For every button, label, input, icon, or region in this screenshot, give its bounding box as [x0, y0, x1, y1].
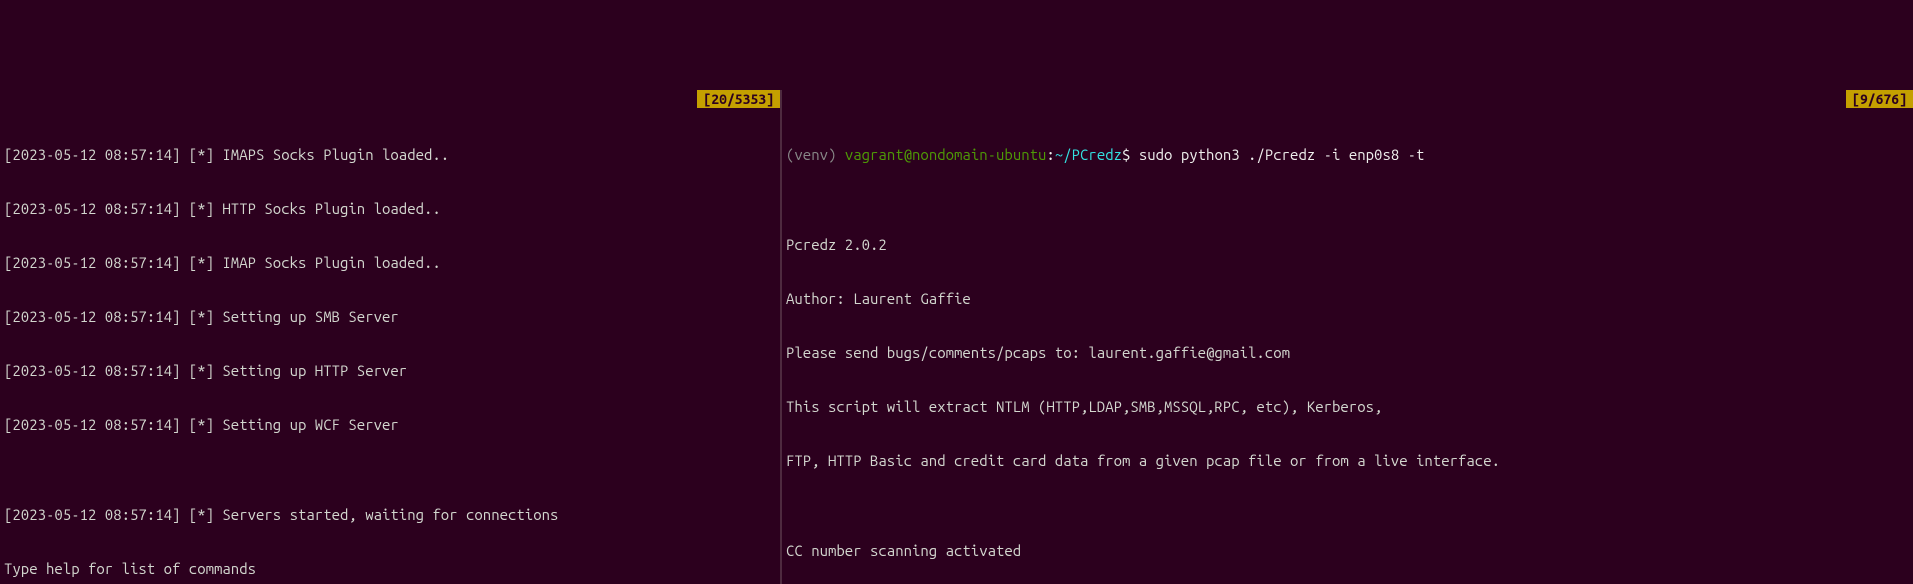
tmux-root: [20/5353] [2023-05-12 08:57:14] [*] IMAP…: [0, 90, 1913, 584]
log-line: Author: Laurent Gaffie: [786, 290, 1909, 308]
log-line: Please send bugs/comments/pcaps to: laur…: [786, 344, 1909, 362]
prompt-user: vagrant@nondomain-ubuntu: [845, 146, 1047, 163]
venv-tag: (venv): [786, 146, 845, 163]
scrollback-counter-right: [9/676]: [1846, 90, 1913, 108]
log-line: [2023-05-12 08:57:14] [*] Setting up WCF…: [4, 416, 776, 434]
right-pane[interactable]: [9/676] (venv) vagrant@nondomain-ubuntu:…: [782, 90, 1913, 584]
log-line: [2023-05-12 08:57:14] [*] Setting up HTT…: [4, 362, 776, 380]
log-line: [2023-05-12 08:57:14] [*] Setting up SMB…: [4, 308, 776, 326]
log-line: Pcredz 2.0.2: [786, 236, 1909, 254]
shell-prompt[interactable]: (venv) vagrant@nondomain-ubuntu:~/PCredz…: [786, 146, 1909, 164]
log-line: [2023-05-12 08:57:14] [*] IMAP Socks Plu…: [4, 254, 776, 272]
log-line: This script will extract NTLM (HTTP,LDAP…: [786, 398, 1909, 416]
log-line: [2023-05-12 08:57:14] [*] Servers starte…: [4, 506, 776, 524]
log-line: [2023-05-12 08:57:14] [*] IMAPS Socks Pl…: [4, 146, 776, 164]
log-line: CC number scanning activated: [786, 542, 1909, 560]
scrollback-counter-left: [20/5353]: [697, 90, 780, 108]
command-text: sudo python3 ./Pcredz -i enp0s8 -t: [1139, 146, 1425, 163]
left-pane[interactable]: [20/5353] [2023-05-12 08:57:14] [*] IMAP…: [0, 90, 782, 584]
log-line: FTP, HTTP Basic and credit card data fro…: [786, 452, 1909, 470]
log-line: Type help for list of commands: [4, 560, 776, 578]
log-line: [2023-05-12 08:57:14] [*] HTTP Socks Plu…: [4, 200, 776, 218]
prompt-path: ~/PCredz: [1055, 146, 1122, 163]
